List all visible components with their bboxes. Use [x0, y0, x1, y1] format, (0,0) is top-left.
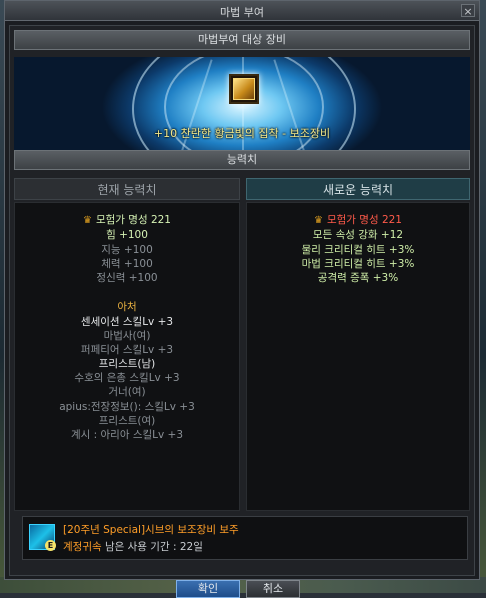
background-right-edge [480, 0, 486, 593]
set-line: 마법사(여) [103, 330, 151, 342]
set-line: 센세이션 스킬Lv +3 [80, 316, 174, 328]
cancel-button[interactable]: 취소 [246, 580, 300, 598]
set-line: 퍼페티어 스킬Lv +3 [80, 344, 174, 356]
current-stat: 힘 +100 [106, 229, 148, 241]
new-stats-list: ♛ 모험가 명성 221 모든 속성 강화 +12 물리 크리티컬 히트 +3% … [246, 202, 470, 511]
current-stats-header: 현재 능력치 [14, 178, 240, 200]
set-line: 거너(여) [108, 386, 146, 398]
enchant-mark-icon: E [45, 540, 56, 551]
material-name: [20주년 Special]시브의 보조장비 보주 [63, 524, 239, 536]
close-button[interactable]: × [461, 4, 475, 18]
set-line: 계시 : 아리아 스킬Lv +3 [70, 429, 184, 441]
new-stats-header: 새로운 능력치 [246, 178, 470, 200]
stats-section-header: 능력치 [14, 150, 470, 170]
enchant-panel: 마법부여 대상 장비 +10 찬란한 황금빛의 집착 - 보조장비 능력치 현재… [9, 25, 475, 576]
item-banner: +10 찬란한 황금빛의 집착 - 보조장비 [14, 57, 470, 165]
target-section-header: 마법부여 대상 장비 [14, 30, 470, 50]
new-fame-line: ♛ 모험가 명성 221 [247, 212, 469, 227]
material-info: 계정귀속 남은 사용 기간 : 22일 [63, 539, 203, 554]
target-item-slot[interactable] [229, 74, 259, 104]
current-fame: 모험가 명성 221 [95, 214, 171, 226]
current-stat: 정신력 +100 [96, 272, 158, 284]
current-fame-line: ♛ 모험가 명성 221 [15, 212, 239, 227]
orb-item-icon[interactable]: E [29, 524, 56, 551]
set-title: 아처 [117, 301, 137, 313]
current-stat: 지능 +100 [101, 244, 153, 256]
new-stat: 물리 크리티컬 히트 +3% [301, 244, 415, 256]
set-line: 프리스트(남) [98, 358, 156, 370]
window-title: 마법 부여 [220, 6, 264, 19]
enchant-window: 마법 부여 × 마법부여 대상 장비 +10 찬란한 황금빛의 집착 - 보조장… [4, 0, 480, 580]
target-item-name: +10 찬란한 황금빛의 집착 - 보조장비 [153, 127, 331, 140]
fame-icon: ♛ [314, 215, 323, 226]
window-titlebar[interactable]: 마법 부여 × [5, 1, 479, 21]
golden-item-icon [233, 78, 255, 100]
new-stat: 모든 속성 강화 +12 [312, 229, 404, 241]
fame-icon: ♛ [83, 215, 92, 226]
confirm-button[interactable]: 확인 [176, 580, 240, 598]
new-fame: 모험가 명성 221 [326, 214, 402, 226]
current-stat: 체력 +100 [101, 258, 153, 270]
remaining-period: 남은 사용 기간 : 22일 [104, 541, 203, 553]
set-line: 프리스트(여) [98, 415, 156, 427]
new-stat: 마법 크리티컬 히트 +3% [301, 258, 415, 270]
new-stat: 공격력 증폭 +3% [317, 272, 399, 284]
bound-label: 계정귀속 [63, 541, 102, 553]
set-line: 수호의 은총 스킬Lv +3 [74, 372, 180, 384]
material-item-box: E [20주년 Special]시브의 보조장비 보주 계정귀속 남은 사용 기… [22, 516, 468, 560]
current-stats-list: ♛ 모험가 명성 221 힘 +100 지능 +100 체력 +100 정신력 +… [14, 202, 240, 511]
set-line: apius:전장정보(): 스킬Lv +3 [59, 401, 195, 413]
